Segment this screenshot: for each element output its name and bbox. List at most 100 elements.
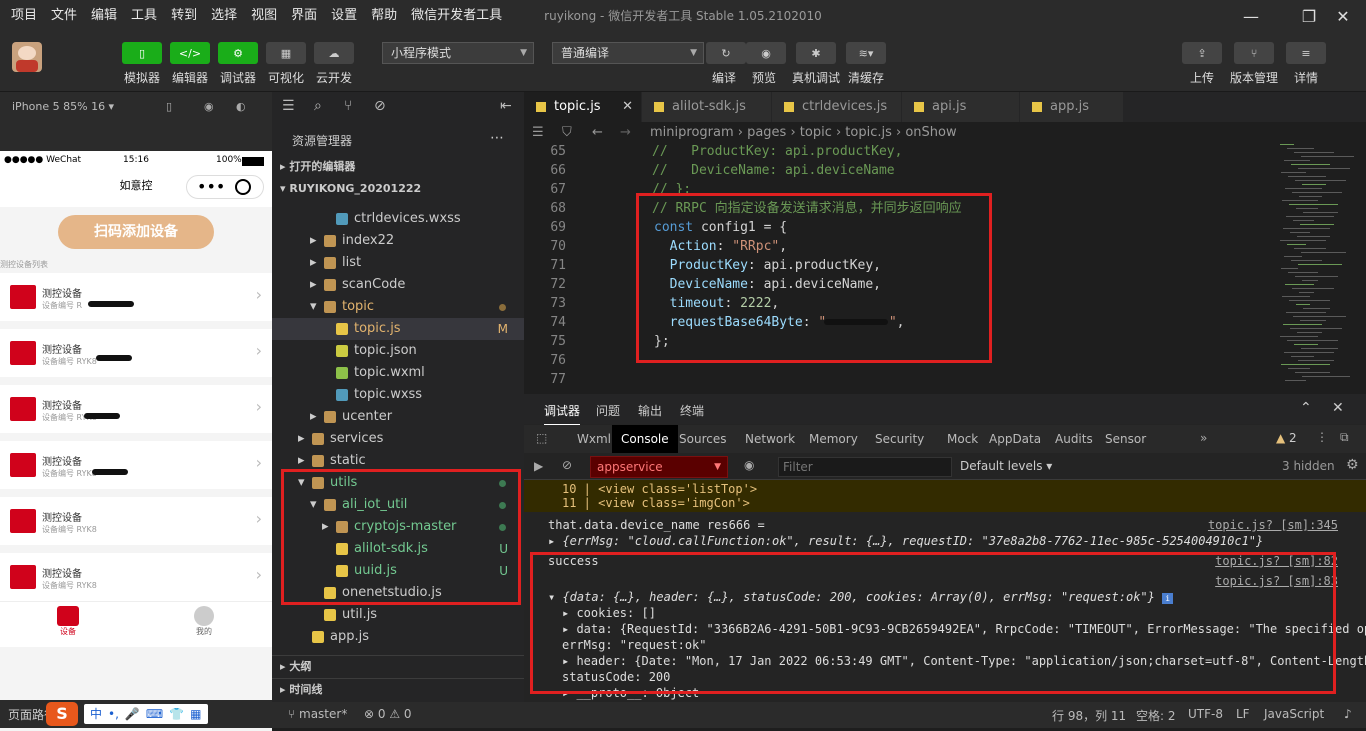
source-link[interactable]: topic.js? [sm]:83	[1215, 574, 1338, 588]
tree-item[interactable]: ▸ ucenter	[272, 406, 524, 428]
avatar[interactable]	[12, 42, 42, 72]
outline-section[interactable]: ▸ 大纲	[272, 655, 524, 677]
menu-item[interactable]: 转到	[164, 0, 204, 32]
tab-me[interactable]: 我的	[190, 606, 218, 637]
console-filter-input[interactable]	[778, 457, 952, 477]
tree-item[interactable]: aliIot-sdk.js U	[272, 538, 524, 560]
record-icon[interactable]: ◉	[204, 92, 214, 122]
tree-item[interactable]: ▸ cryptojs-master	[272, 516, 524, 538]
language-mode[interactable]: JavaScript	[1264, 707, 1324, 721]
version-icon[interactable]: ⑂	[1234, 42, 1274, 64]
context-select[interactable]: appservice ▼	[590, 456, 728, 478]
list-item[interactable]: 测控设备 设备编号 R ›	[0, 273, 272, 321]
panel-tab[interactable]: Audits	[1046, 425, 1102, 453]
problems-indicator[interactable]: ⊗ 0 ⚠ 0	[364, 707, 412, 721]
console-object-row[interactable]: ▸ {errMsg: "cloud.callFunction:ok", resu…	[524, 534, 1366, 550]
tree-item[interactable]: ctrldevices.wxss	[272, 208, 524, 230]
menu-icon[interactable]: ☰	[282, 98, 295, 114]
capsule-button[interactable]: •••	[186, 175, 264, 199]
panel-tab[interactable]: Security	[866, 425, 933, 453]
rotate-icon[interactable]: ◐	[236, 92, 246, 122]
device-select[interactable]: iPhone 5 85% 16 ▾ ▯ ◉ ◐	[0, 92, 272, 122]
compile-icon[interactable]: ↻	[706, 42, 746, 64]
console-object-child[interactable]: ▸ __proto__: Object	[524, 686, 1366, 702]
list-item[interactable]: 测控设备 设备编号 RYK8 ›	[0, 497, 272, 545]
editor-tab[interactable]: api.js	[902, 92, 1020, 122]
console-object-child[interactable]: ▸ data: {RequestId: "3366B2A6-4291-50B1-…	[524, 622, 1366, 638]
upload-icon[interactable]: ⇪	[1182, 42, 1222, 64]
menu-item[interactable]: 微信开发者工具	[404, 0, 509, 32]
chevron-up-icon[interactable]: ⌃	[1300, 400, 1312, 416]
mode-select[interactable]: 小程序模式 ▼	[382, 42, 534, 64]
tree-item[interactable]: onenetstudio.js	[272, 582, 524, 604]
collapse-panel-icon[interactable]: ⇤	[500, 98, 512, 114]
microphone-icon[interactable]: 🎤	[125, 704, 140, 724]
scan-add-device-button[interactable]: 扫码添加设备	[58, 215, 214, 249]
tree-item[interactable]: topic.wxss	[272, 384, 524, 406]
console-object-row[interactable]: ▾ {data: {…}, header: {…}, statusCode: 2…	[524, 590, 1366, 606]
compile-select[interactable]: 普通编译 ▼	[552, 42, 704, 64]
forward-icon[interactable]: →	[620, 122, 631, 144]
close-tab-icon[interactable]: ✕	[622, 92, 633, 122]
menu-item[interactable]: 帮助	[364, 0, 404, 32]
phone-icon[interactable]: ▯	[166, 92, 172, 122]
tree-item[interactable]: ▾ topic	[272, 296, 524, 318]
menu-item[interactable]: 视图	[244, 0, 284, 32]
list-icon[interactable]: ☰	[532, 122, 544, 144]
tree-item[interactable]: ▸ static	[272, 450, 524, 472]
menu-item[interactable]: 项目	[4, 0, 44, 32]
clear-console-icon[interactable]: ⊘	[562, 458, 572, 472]
editor-tab[interactable]: ctrldevices.js	[772, 92, 902, 122]
devtools-top-tab[interactable]: 输出	[638, 402, 662, 419]
chinese-mode-icon[interactable]: 中	[90, 704, 102, 724]
tree-item[interactable]: topic.json	[272, 340, 524, 362]
source-control-icon[interactable]: ⑂	[344, 98, 352, 114]
tree-item[interactable]: topic.wxml	[272, 362, 524, 384]
tree-item[interactable]: ▸ list	[272, 252, 524, 274]
preview-icon[interactable]: ◉	[746, 42, 786, 64]
tree-item[interactable]: ▸ scanCode	[272, 274, 524, 296]
gear-icon[interactable]: ⚙	[1346, 457, 1359, 473]
eye-icon[interactable]: ◉	[744, 458, 754, 472]
indent-setting[interactable]: 空格: 2	[1136, 707, 1176, 724]
menu-item[interactable]: 设置	[324, 0, 364, 32]
panel-tab[interactable]: Network	[736, 425, 804, 453]
cloud-dev-icon[interactable]: ☁	[314, 42, 354, 64]
list-item[interactable]: 测控设备 设备编号 RYK8 ›	[0, 441, 272, 489]
panel-tab[interactable]: Sources	[670, 425, 735, 453]
encoding-setting[interactable]: UTF-8	[1188, 707, 1223, 721]
panel-tab[interactable]: AppData	[980, 425, 1050, 453]
clear-cache-icon[interactable]: ≋▾	[846, 42, 886, 64]
devtools-top-tab[interactable]: 调试器	[544, 402, 581, 425]
toolbox-icon[interactable]: ▦	[190, 704, 201, 724]
debugger-toggle-icon[interactable]: ⚙	[218, 42, 258, 64]
sidebar-toggle-icon[interactable]: ▶	[534, 459, 543, 473]
console-object-child[interactable]: ▸ cookies: []	[524, 606, 1366, 622]
editor-tab[interactable]: topic.js ✕	[524, 92, 642, 122]
menu-item[interactable]: 界面	[284, 0, 324, 32]
remote-debug-icon[interactable]: ✱	[796, 42, 836, 64]
close-panel-icon[interactable]: ✕	[1332, 400, 1344, 416]
details-icon[interactable]: ≡	[1286, 42, 1326, 64]
minimap[interactable]	[1270, 144, 1366, 394]
close-circle-icon[interactable]	[235, 179, 251, 195]
tree-item[interactable]: ▾ utils	[272, 472, 524, 494]
menu-item[interactable]: 工具	[124, 0, 164, 32]
visual-toggle-icon[interactable]: ▦	[266, 42, 306, 64]
list-item[interactable]: 测控设备 设备编号 RYK8 ›	[0, 553, 272, 601]
source-link[interactable]: topic.js? [sm]:82	[1215, 554, 1338, 568]
list-item[interactable]: 测控设备 设备编号 RYK8 ›	[0, 329, 272, 377]
panel-tab[interactable]: Memory	[800, 425, 867, 453]
tree-item[interactable]: util.js	[272, 604, 524, 626]
panel-tab[interactable]: Sensor	[1096, 425, 1155, 453]
debug-icon[interactable]: ⊘	[374, 98, 386, 114]
bookmark-icon[interactable]: ⛉	[562, 122, 572, 144]
list-item[interactable]: 测控设备 设备编号 RYK8 ›	[0, 385, 272, 433]
editor-toggle-icon[interactable]: </>	[170, 42, 210, 64]
devtools-top-tab[interactable]: 问题	[596, 402, 620, 419]
menu-item[interactable]: 选择	[204, 0, 244, 32]
log-levels-select[interactable]: Default levels ▾	[960, 459, 1052, 473]
more-icon[interactable]: ⋯	[490, 130, 504, 146]
more-tabs-icon[interactable]: »	[1200, 431, 1207, 445]
console-object-child[interactable]: statusCode: 200	[524, 670, 1366, 686]
